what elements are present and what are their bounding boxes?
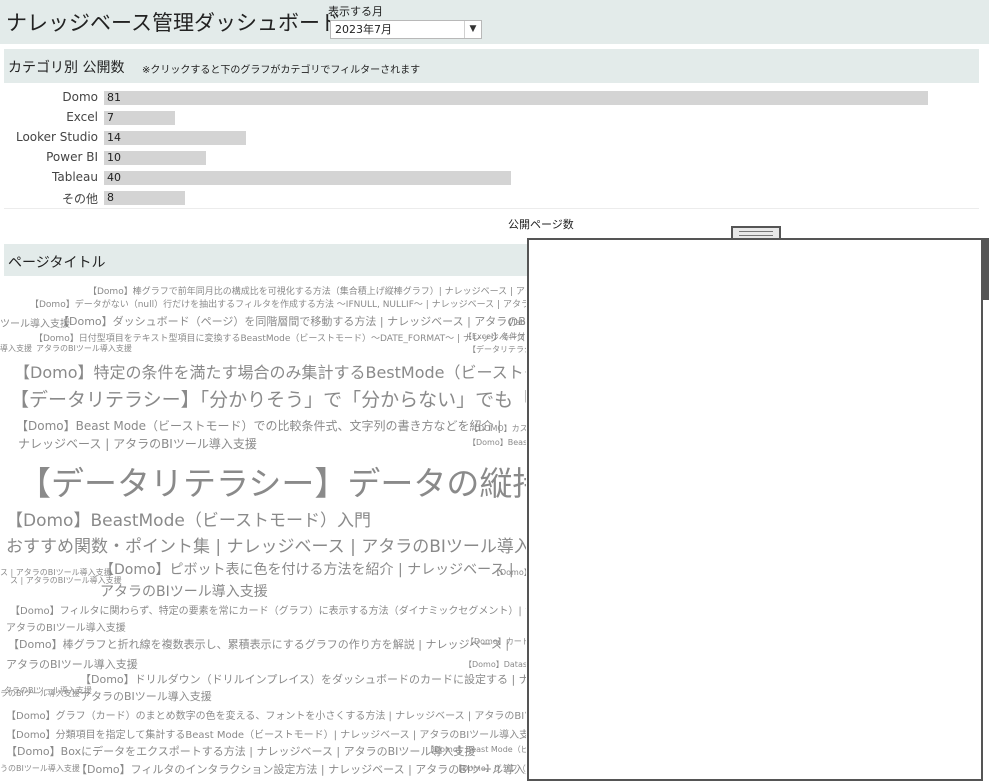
word-cloud-item[interactable]: アタラのBIツール導入支援 — [6, 656, 138, 672]
word-cloud-item[interactable]: 【データリテラシー】「分かりそう」で「分からない」でも「分かった」… — [10, 385, 526, 412]
bar-row[interactable]: Tableau 40 — [0, 168, 989, 188]
word-cloud-item[interactable]: 【Domo】Beast Mode（ビーストモード）での比較条件式、文字列の書き方… — [16, 417, 501, 434]
bar-row[interactable]: Looker Studio 14 — [0, 128, 989, 148]
word-cloud-item[interactable]: 【Domo】棒グラフで前年同月比の構成比を可視化する方法（集合積上げ縦棒グラフ）… — [88, 284, 526, 297]
word-cloud-item[interactable]: 【Domo】棒グラフと折れ線を複数表示し、累積表示にするグラフの作り方を解説 |… — [8, 636, 509, 652]
word-cloud-item[interactable]: 【Domo】分類項目を指定して集計するBeast Mode（ビーストモード）| … — [6, 726, 526, 741]
word-cloud-item[interactable]: ナレッジベース | アタラのBIツール導入支援 — [18, 435, 257, 452]
category-section-header: カテゴリ別 公開数 ※クリックすると下のグラフがカテゴリでフィルターされます — [4, 49, 979, 83]
page-title-section-title: ページタイトル — [8, 255, 106, 271]
blank-overlay-panel[interactable] — [527, 238, 983, 781]
word-cloud-item[interactable]: 【Domo】ピボット表に色を付ける方法を紹介 | ナレッジベース | — [100, 559, 514, 579]
word-cloud-item[interactable]: 【Domo】Dataset — [464, 659, 526, 670]
word-cloud-item[interactable]: 【Tableau — [504, 317, 526, 328]
word-cloud-item[interactable]: おすすめ関数・ポイント集 | ナレッジベース | アタラのBIツール導入支援 — [6, 532, 526, 557]
chart-axis-title: 公開ページ数 — [508, 218, 574, 231]
page-title-section-header: ページタイトル — [4, 244, 528, 276]
word-cloud-item[interactable]: 【Domo】Boxにデータをエクスポートする方法 | ナレッジベース | アタラ… — [6, 743, 475, 759]
chevron-down-icon[interactable]: ▼ — [464, 21, 481, 38]
month-select-value: 2023年7月 — [335, 23, 392, 36]
month-select[interactable]: 2023年7月 ▼ — [330, 20, 482, 39]
word-cloud-item[interactable]: 導入支援 — [0, 343, 32, 354]
word-cloud-item[interactable]: 【Domo】グラフ（カード） — [454, 763, 526, 774]
bar-category-label[interactable]: Power BI — [46, 150, 98, 164]
bar[interactable] — [104, 171, 511, 185]
word-cloud-item[interactable]: 【データリテラシー】データの縦持ち/… — [18, 457, 526, 505]
dashboard-header: ナレッジベース管理ダッシュボード 表示する月 2023年7月 ▼ — [0, 0, 989, 44]
scrollbar[interactable] — [983, 238, 989, 300]
word-cloud-item[interactable]: 【Domo】カード — [466, 636, 526, 647]
dashboard-title: ナレッジベース管理ダッシュボード — [6, 11, 341, 35]
word-cloud-item[interactable]: 【Domo】特定の条件を満たす場合のみ集計するBestMode（ビーストモ… — [14, 359, 526, 383]
bar-value-label: 8 — [107, 191, 114, 204]
bar-category-label[interactable]: Looker Studio — [16, 130, 98, 144]
bar-value-label: 81 — [107, 91, 121, 104]
word-cloud-item[interactable]: ラのBIツール導入支援 — [0, 688, 80, 699]
category-section-title: カテゴリ別 公開数 — [8, 60, 125, 76]
bar-row[interactable]: Domo 81 — [0, 88, 989, 108]
bar[interactable] — [104, 191, 185, 205]
bar[interactable] — [104, 91, 928, 105]
word-cloud-item[interactable]: アタラのBIツール導入支援 — [36, 343, 132, 354]
word-cloud-item[interactable]: 【Domo】データがない（null）行だけを抽出するフィルタを作成する方法 〜I… — [30, 297, 526, 310]
bar-row[interactable]: Excel 7 — [0, 108, 989, 128]
bar[interactable] — [104, 111, 175, 125]
word-cloud-item[interactable]: 【Domo】フィルタに関わらず、特定の要素を常にカード（グラフ）に表示する方法（… — [10, 602, 526, 617]
word-cloud-item[interactable]: 【DOMO】カスタム — [470, 423, 526, 434]
bar[interactable] — [104, 131, 246, 145]
word-cloud-item[interactable]: 【Excel】条件付き — [464, 331, 526, 342]
bar-value-label: 7 — [107, 111, 114, 124]
word-cloud-item[interactable]: 【データリテラシー】 — [468, 344, 526, 355]
word-cloud-item[interactable]: 【Domo】ダッシュボード（ページ）を同階層間で移動する方法 | ナレッジベース… — [58, 313, 526, 329]
word-cloud-item[interactable]: 【Domo】グラフ（カード）のまとめ数字の色を変える、フォントを小さくする方法 … — [6, 707, 526, 722]
chart-divider — [4, 208, 979, 209]
category-filter-note: ※クリックすると下のグラフがカテゴリでフィルターされます — [142, 65, 421, 76]
word-cloud-item[interactable]: 【Domo】Beast Mode（ビースト — [426, 744, 526, 755]
word-cloud-item[interactable]: 【Domo】Beast M — [468, 437, 526, 448]
bar-category-label[interactable]: Tableau — [52, 170, 98, 184]
bar-category-label[interactable]: Excel — [66, 110, 98, 124]
bar-row[interactable]: Power BI 10 — [0, 148, 989, 168]
word-cloud-item[interactable]: 【Domo】数 — [492, 567, 526, 578]
bar-value-label: 10 — [107, 151, 121, 164]
bar-value-label: 14 — [107, 131, 121, 144]
word-cloud-item[interactable]: 【Domo】ドリルダウン（ドリルインプレイス）をダッシュボードのカードに設定する… — [80, 671, 526, 687]
page-title-word-cloud: 【Domo】棒グラフで前年同月比の構成比を可視化する方法（集合積上げ縦棒グラフ）… — [0, 279, 526, 784]
word-cloud-item[interactable]: アタラのBIツール導入支援 — [100, 581, 268, 601]
bar-value-label: 40 — [107, 171, 121, 184]
word-cloud-item[interactable]: アタラのBIツール導入支援 — [6, 619, 126, 634]
bar-category-label[interactable]: Domo — [62, 90, 98, 104]
month-filter-label: 表示する月 — [328, 5, 383, 18]
word-cloud-item[interactable]: アタラのBIツール導入支援 — [80, 688, 212, 704]
word-cloud-item[interactable]: うのBIツール導入支援 — [0, 763, 80, 774]
bar-row[interactable]: その他 8 — [0, 188, 989, 208]
overlay-drag-handle[interactable] — [731, 226, 781, 238]
word-cloud-item[interactable]: 【Domo】BeastMode（ビーストモード）入門 — [6, 506, 371, 531]
bar-category-label[interactable]: その他 — [62, 190, 98, 207]
